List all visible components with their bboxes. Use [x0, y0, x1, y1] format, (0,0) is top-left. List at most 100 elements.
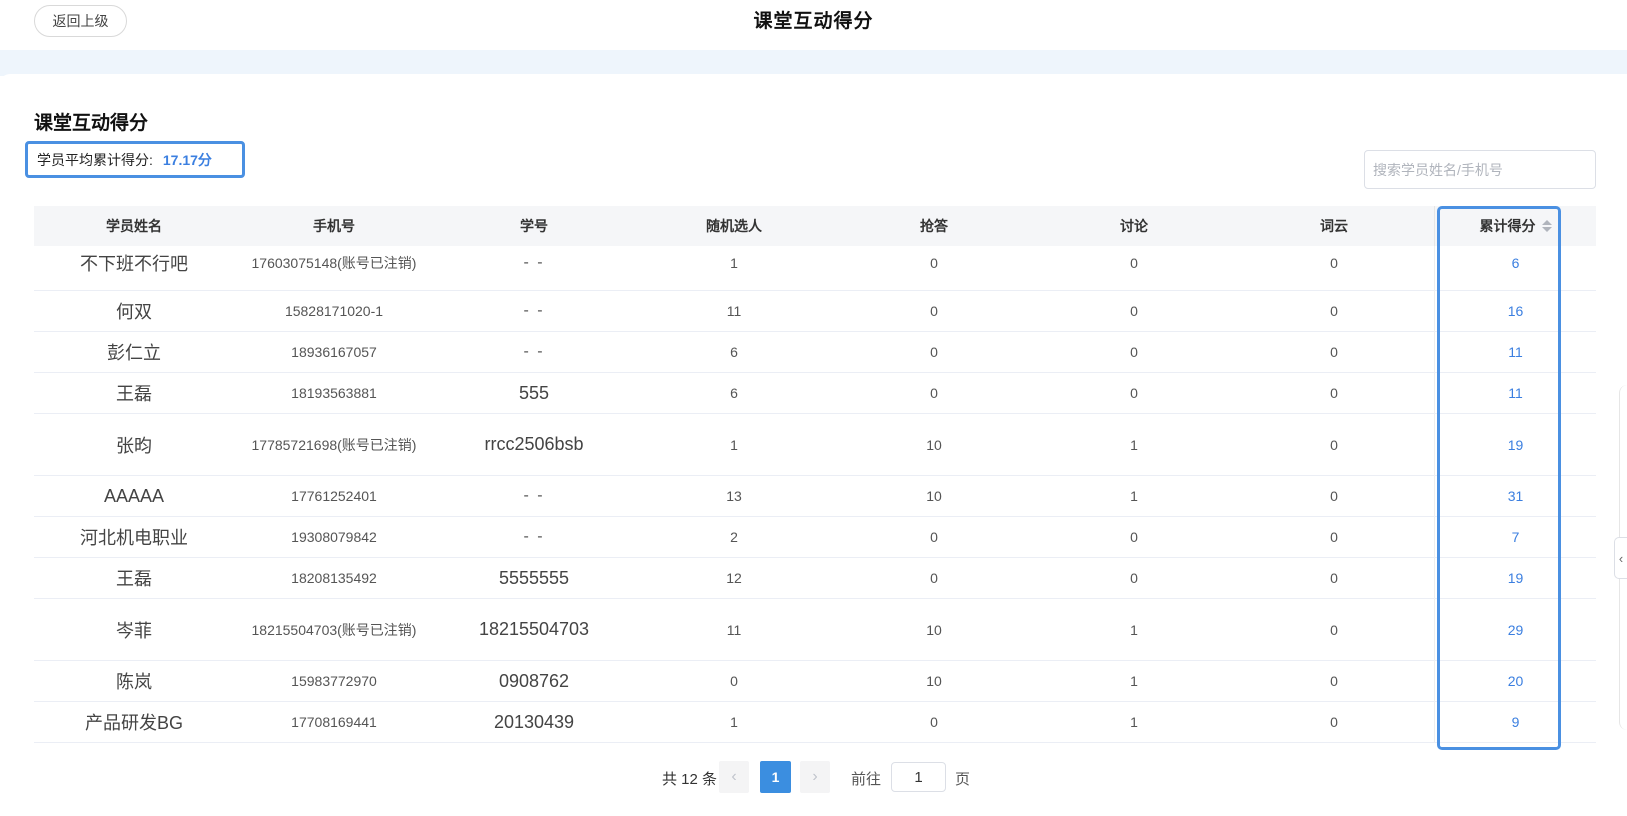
cell-phone: 18208135492: [291, 570, 377, 586]
cell-phone: 18936167057: [291, 344, 377, 360]
cell-total[interactable]: 9: [1434, 702, 1596, 742]
cell-student-id: 18215504703: [478, 619, 590, 639]
goto-label: 前往: [851, 771, 882, 788]
score-table: 学员姓名 手机号 学号 随机选人 抢答 讨论 词云 累计得分 不下班不行吧 176…: [34, 206, 1596, 745]
cell-word-cloud: 0: [1330, 714, 1338, 730]
cell-phone: 17761252401: [291, 488, 377, 504]
column-header-quick-answer: 抢答: [920, 218, 948, 234]
cell-phone: 17785721698(账号已注销): [251, 436, 417, 453]
cell-quick-answer: 0: [930, 303, 938, 319]
cell-student-id: 555: [518, 382, 550, 403]
cell-discussion: 1: [1130, 714, 1138, 730]
cell-student-id: - -: [523, 528, 545, 545]
cell-word-cloud: 0: [1330, 436, 1338, 453]
chevron-left-icon: ‹: [1618, 550, 1624, 566]
cell-total[interactable]: 29: [1434, 599, 1596, 660]
pagination-total: 共 12 条: [662, 771, 718, 788]
cell-phone: 15983772970: [291, 673, 377, 689]
cell-student-id: - -: [523, 253, 545, 271]
section-title: 课堂互动得分: [34, 113, 149, 134]
cell-quick-answer: 10: [926, 673, 942, 689]
cell-random: 1: [730, 436, 738, 453]
cell-random: 1: [730, 254, 738, 271]
cell-quick-answer: 0: [930, 714, 938, 730]
cell-student-id: 0908762: [498, 670, 570, 691]
goto-page-input[interactable]: [891, 762, 946, 792]
table-body[interactable]: 不下班不行吧 17603075148(账号已注销) - -1 0 0 0 6 何双 158281…: [34, 246, 1596, 745]
average-score-box: 学员平均累计得分: 17.17分: [25, 141, 245, 178]
cell-name: 何双: [116, 302, 152, 322]
table-row[interactable]: AAAAA 17761252401- -13 10 1 0 31: [34, 476, 1596, 517]
column-header-word-cloud: 词云: [1320, 218, 1348, 234]
cell-word-cloud: 0: [1330, 570, 1338, 586]
cell-random: 6: [730, 385, 738, 401]
table-row[interactable]: 产品研发BG 17708169441 20130439 1 0 1 0 9: [34, 702, 1596, 743]
cell-word-cloud: 0: [1330, 303, 1338, 319]
sort-icon[interactable]: [1541, 219, 1552, 233]
cell-quick-answer: 0: [930, 254, 938, 271]
table-row[interactable]: 王磊 18193563881 555 6 0 0 0 11: [34, 373, 1596, 414]
column-header-random: 随机选人: [706, 218, 762, 234]
column-header-total[interactable]: 累计得分: [1434, 206, 1596, 246]
prev-page-button[interactable]: ‹: [719, 761, 749, 793]
cell-name: AAAAA: [103, 485, 165, 506]
cell-discussion: 1: [1130, 488, 1138, 504]
column-header-total-label: 累计得分: [1479, 218, 1536, 234]
cell-random: 11: [726, 621, 742, 638]
cell-name: 王磊: [116, 569, 152, 589]
cell-total[interactable]: 16: [1434, 291, 1596, 331]
cell-random: 1: [730, 714, 738, 730]
current-page-button[interactable]: 1: [760, 761, 791, 793]
cell-word-cloud: 0: [1330, 621, 1338, 638]
table-row[interactable]: 陈岚 15983772970 0908762 0 10 1 0 20: [34, 661, 1596, 702]
cell-total[interactable]: 20: [1434, 661, 1596, 701]
table-row[interactable]: 王磊 18208135492 5555555 12 0 0 0 19: [34, 558, 1596, 599]
cell-quick-answer: 0: [930, 344, 938, 360]
cell-discussion: 1: [1130, 621, 1138, 638]
cell-discussion: 0: [1130, 570, 1138, 586]
cell-total[interactable]: 6: [1434, 246, 1596, 290]
cell-quick-answer: 0: [930, 570, 938, 586]
cell-student-id: - -: [523, 487, 545, 504]
cell-student-id: - -: [523, 343, 545, 360]
cell-discussion: 1: [1130, 673, 1138, 689]
column-header-phone: 手机号: [313, 218, 355, 234]
cell-student-id: 20130439: [493, 711, 575, 732]
cell-discussion: 0: [1130, 529, 1138, 545]
table-row[interactable]: 彭仁立 18936167057 - - 6 0 0 0 11: [34, 332, 1596, 373]
cell-quick-answer: 0: [930, 529, 938, 545]
cell-student-id: 5555555: [498, 567, 570, 588]
cell-name: 陈岚: [116, 672, 152, 692]
header-band: [0, 50, 1627, 76]
table-row[interactable]: 何双 15828171020-1 - - 11 0 0 0 16: [34, 291, 1596, 332]
cell-quick-answer: 10: [926, 436, 942, 453]
table-row[interactable]: 河北机电职业 19308079842 - - 2 0 0 0 7: [34, 517, 1596, 558]
cell-random: 13: [726, 488, 742, 504]
table-row[interactable]: 不下班不行吧 17603075148(账号已注销) - - 1 0 0 0 6: [34, 246, 1596, 291]
table-row[interactable]: 岑菲 18215504703(账号已注销) 18215504703 11 10 1 0 29: [34, 599, 1596, 661]
column-header-student-id: 学号: [520, 218, 548, 234]
cell-random: 0: [730, 673, 738, 689]
cell-total[interactable]: 31: [1434, 476, 1596, 516]
cell-word-cloud: 0: [1330, 344, 1338, 360]
cell-phone: 15828171020-1: [284, 303, 384, 319]
cell-word-cloud: 0: [1330, 254, 1338, 271]
cell-total[interactable]: 11: [1434, 332, 1596, 372]
cell-phone: 18193563881: [291, 385, 377, 401]
cell-quick-answer: 10: [926, 488, 942, 504]
table-row[interactable]: 张昀 17785721698(账号已注销) rrcc2506bsb 1 10 1 0 19: [34, 414, 1596, 476]
cell-random: 11: [726, 303, 742, 319]
cell-total[interactable]: 19: [1434, 414, 1596, 475]
pagination: 共 12 条 ‹ 1 › 前往 页: [0, 761, 1627, 795]
cell-quick-answer: 10: [926, 621, 942, 638]
page-title: 课堂互动得分: [753, 11, 874, 32]
cell-total[interactable]: 19: [1434, 558, 1596, 598]
search-input[interactable]: [1364, 150, 1596, 189]
cell-total[interactable]: 7: [1434, 517, 1596, 557]
cell-total[interactable]: 11: [1434, 373, 1596, 413]
next-page-button[interactable]: ›: [800, 761, 830, 793]
collapse-panel-button[interactable]: ‹: [1614, 537, 1627, 579]
cell-name: 岑菲: [116, 620, 152, 641]
cell-student-id: rrcc2506bsb: [484, 434, 584, 454]
cell-student-id: - -: [523, 302, 545, 319]
